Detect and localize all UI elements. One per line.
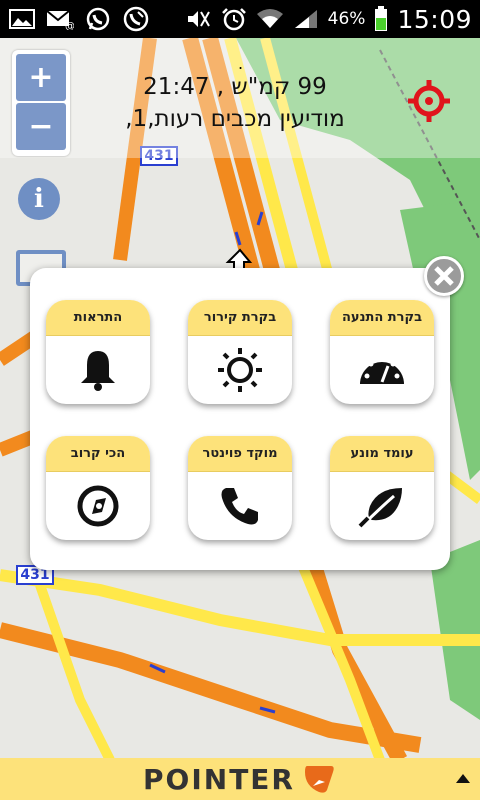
- speedometer-icon: [360, 356, 404, 384]
- pointer-logo-icon: [304, 766, 334, 793]
- svg-text:@: @: [65, 21, 74, 30]
- locate-target-icon[interactable]: [406, 78, 452, 124]
- speed-time-text: 99 קמ"ש , 21:47: [143, 74, 327, 100]
- gallery-icon: [8, 7, 36, 31]
- tile-ignition-control[interactable]: בקרת התנעה: [330, 300, 434, 404]
- wifi-icon: [256, 7, 284, 31]
- tile-label: בקרת קירור: [188, 300, 292, 336]
- expand-arrow-icon[interactable]: [456, 774, 470, 783]
- zoom-in-button[interactable]: +: [16, 54, 66, 101]
- bell-icon: [81, 351, 115, 391]
- clock: 15:09: [397, 4, 472, 34]
- tile-label: עומד מונע: [330, 436, 434, 472]
- signal-icon: [292, 7, 320, 31]
- close-icon: [434, 266, 454, 286]
- brand-name: POINTER: [143, 762, 295, 796]
- tile-cooling-control[interactable]: בקרת קירור: [188, 300, 292, 404]
- tile-immobilizer[interactable]: עומד מונע: [330, 436, 434, 540]
- address-text: מודיעין מכבים רעות,1,: [125, 106, 345, 132]
- tile-label: התראות: [46, 300, 150, 336]
- tile-pointer-center[interactable]: מוקד פוינטר: [188, 436, 292, 540]
- phone-icon: [221, 488, 258, 525]
- bottom-bar: POINTER: [0, 758, 480, 800]
- info-button[interactable]: i: [18, 178, 60, 220]
- leaf-icon: [358, 488, 402, 528]
- actions-popup: התראות בקרת קירור בקרת התנעה הכי קרוב מו…: [30, 268, 450, 570]
- mute-icon: [184, 7, 212, 31]
- battery-percent: 46%: [327, 9, 366, 29]
- zoom-out-button[interactable]: −: [16, 103, 66, 150]
- tile-label: מוקד פוינטר: [188, 436, 292, 472]
- info-top-line: .: [238, 54, 244, 73]
- tile-label: בקרת התנעה: [330, 300, 434, 336]
- tile-label: הכי קרוב: [46, 436, 150, 472]
- main-road-c: [0, 569, 480, 646]
- status-bar: @ 46% 15:09: [0, 0, 480, 38]
- tile-alerts[interactable]: התראות: [46, 300, 150, 404]
- main-road-d: [35, 583, 115, 758]
- zoom-controls: + −: [12, 50, 70, 156]
- call-icon: [122, 6, 150, 32]
- alarm-icon: [220, 7, 248, 31]
- compass-icon: [77, 485, 119, 527]
- battery-icon: [373, 6, 389, 31]
- whatsapp-icon: [84, 7, 112, 31]
- missed-email-icon: @: [46, 7, 74, 31]
- sun-icon: [218, 348, 262, 392]
- close-popup-button[interactable]: [424, 256, 464, 296]
- tile-nearest[interactable]: הכי קרוב: [46, 436, 150, 540]
